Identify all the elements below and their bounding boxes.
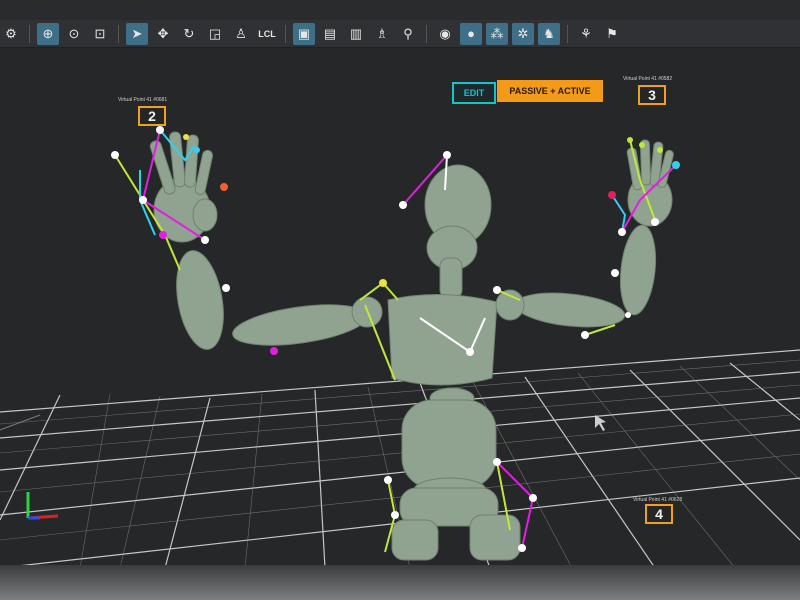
viewport-number-badge[interactable]: 4 [645, 504, 673, 524]
viewport-caption: Virtual Point 41 #0628 [633, 497, 683, 503]
lcl-button[interactable]: LCL [256, 23, 278, 45]
zoom-icon[interactable]: ⊕ [37, 22, 59, 45]
passive-active-button[interactable]: PASSIVE + ACTIVE [497, 80, 603, 102]
zoom-selection-icon[interactable]: ⊙ [63, 23, 85, 45]
select-arrow-icon[interactable]: ➤ [126, 22, 148, 45]
viewport-number-badge[interactable]: 2 [138, 106, 166, 126]
character-icon[interactable]: ♞ [538, 22, 560, 45]
zoom-fit-icon[interactable]: ⊡ [89, 23, 111, 45]
toolbar-separator [285, 24, 286, 43]
edit-mode-button[interactable]: EDIT [452, 82, 496, 104]
mouse-cursor [595, 415, 606, 431]
layer-lock-icon[interactable]: ▤ [319, 23, 341, 45]
toolbar-separator [118, 24, 119, 43]
link-icon[interactable]: ⚲ [397, 23, 419, 45]
marker-group-icon[interactable]: ⁂ [486, 22, 508, 45]
toolbar-separator [567, 24, 568, 43]
figure-icon[interactable]: ♗ [371, 23, 393, 45]
network-icon[interactable]: ✲ [512, 22, 534, 45]
scene-svg [0, 126, 800, 568]
pose-icon[interactable]: ♙ [230, 23, 252, 45]
walk-icon[interactable]: ⚑ [601, 23, 623, 45]
3d-viewport[interactable] [0, 48, 800, 568]
eye-icon[interactable]: ◉ [434, 23, 456, 45]
axis-gizmo [26, 492, 59, 520]
rotate-icon[interactable]: ↻ [178, 23, 200, 45]
toolbar-separator [29, 24, 30, 43]
toolbar-separator [426, 24, 427, 43]
layer-edit-icon[interactable]: ▥ [345, 23, 367, 45]
marker-icon[interactable]: ● [460, 22, 482, 45]
move-icon[interactable]: ✥ [152, 23, 174, 45]
viewport-caption: Virtual Point 41 #0582 [623, 76, 673, 82]
scale-icon[interactable]: ◲ [204, 23, 226, 45]
joint-icon[interactable]: ⚙ [0, 23, 22, 45]
main-toolbar: ⚙ ⊕ ⊙ ⊡ ➤ ✥ ↻ ◲ ♙ LCL ▣ ▤ ▥ ♗ ⚲ ◉ ● ⁂ ✲ … [0, 20, 800, 48]
layer-icon[interactable]: ▣ [293, 22, 315, 45]
viewport-caption: Virtual Point 41 #0681 [118, 97, 168, 103]
viewport-number-badge[interactable]: 3 [638, 85, 666, 105]
run-icon[interactable]: ⚘ [575, 23, 597, 45]
monitor-bezel-bottom [0, 565, 800, 600]
lcl-label: LCL [258, 28, 276, 39]
